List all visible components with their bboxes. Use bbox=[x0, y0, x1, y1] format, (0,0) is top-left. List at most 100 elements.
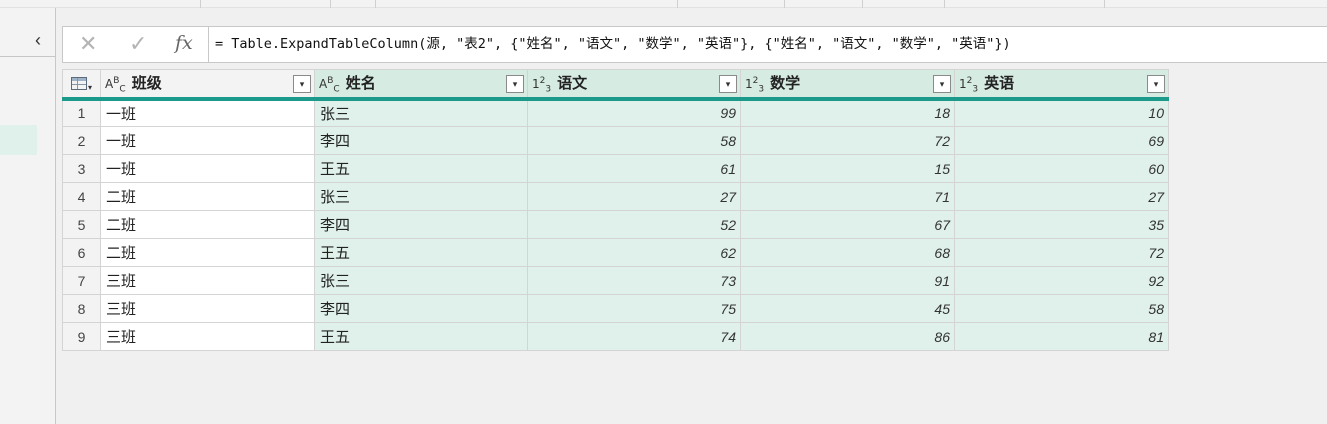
column-header-english[interactable]: 123 英语 ▾ bbox=[954, 69, 1169, 101]
row-number[interactable]: 5 bbox=[62, 210, 101, 239]
check-icon[interactable]: ✓ bbox=[129, 31, 147, 57]
row-number[interactable]: 8 bbox=[62, 294, 101, 323]
table-menu-button[interactable]: ▾ bbox=[62, 69, 101, 101]
table-cell[interactable]: 81 bbox=[954, 322, 1169, 351]
collapse-pane-icon[interactable]: ‹ bbox=[28, 28, 48, 52]
table-cell[interactable]: 李四 bbox=[314, 294, 528, 323]
table-cell[interactable]: 74 bbox=[527, 322, 741, 351]
table-cell[interactable]: 58 bbox=[954, 294, 1169, 323]
table-cell[interactable]: 张三 bbox=[314, 98, 528, 127]
number-type-icon[interactable]: 123 bbox=[532, 76, 551, 94]
table-cell[interactable]: 92 bbox=[954, 266, 1169, 295]
ribbon-divider bbox=[944, 0, 945, 8]
row-number[interactable]: 3 bbox=[62, 154, 101, 183]
table-row: 9 三班 王五 74 86 81 bbox=[62, 322, 1169, 351]
selected-query-item[interactable] bbox=[0, 125, 37, 155]
table-cell[interactable]: 李四 bbox=[314, 210, 528, 239]
column-header-label: 数学 bbox=[770, 75, 801, 93]
table-cell[interactable]: 69 bbox=[954, 126, 1169, 155]
table-cell[interactable]: 60 bbox=[954, 154, 1169, 183]
table-cell[interactable]: 张三 bbox=[314, 182, 528, 211]
table-cell[interactable]: 27 bbox=[527, 182, 741, 211]
table-cell[interactable]: 王五 bbox=[314, 322, 528, 351]
text-type-icon[interactable]: ABC bbox=[319, 76, 340, 94]
table-cell[interactable]: 72 bbox=[954, 238, 1169, 267]
table-cell[interactable]: 10 bbox=[954, 98, 1169, 127]
table-cell[interactable]: 61 bbox=[527, 154, 741, 183]
table-cell[interactable]: 58 bbox=[527, 126, 741, 155]
table-cell[interactable]: 99 bbox=[527, 98, 741, 127]
table-cell[interactable]: 二班 bbox=[100, 238, 315, 267]
row-number[interactable]: 9 bbox=[62, 322, 101, 351]
table-cell[interactable]: 52 bbox=[527, 210, 741, 239]
table-cell[interactable]: 67 bbox=[740, 210, 955, 239]
fx-icon[interactable]: fx bbox=[175, 32, 193, 54]
table-row: 7 三班 张三 73 91 92 bbox=[62, 266, 1169, 295]
chevron-down-icon: ▾ bbox=[87, 82, 92, 92]
formula-bar: ✕ ✓ fx = Table.ExpandTableColumn(源, "表2"… bbox=[62, 26, 1327, 63]
table-cell[interactable]: 75 bbox=[527, 294, 741, 323]
header-row: ▾ ABC 班级 ▾ ABC 姓名 ▾ 123 语文 ▾ 123 数学 ▾ 123 英语 … bbox=[62, 69, 1169, 101]
table-cell[interactable]: 72 bbox=[740, 126, 955, 155]
table-cell[interactable]: 91 bbox=[740, 266, 955, 295]
table-cell[interactable]: 王五 bbox=[314, 238, 528, 267]
column-header-label: 姓名 bbox=[345, 75, 376, 93]
row-number[interactable]: 7 bbox=[62, 266, 101, 295]
column-header-label: 语文 bbox=[557, 75, 588, 93]
table-row: 6 二班 王五 62 68 72 bbox=[62, 238, 1169, 267]
pane-divider bbox=[0, 56, 55, 57]
table-cell[interactable]: 86 bbox=[740, 322, 955, 351]
table-cell[interactable]: 李四 bbox=[314, 126, 528, 155]
table-cell[interactable]: 二班 bbox=[100, 210, 315, 239]
table-cell[interactable]: 三班 bbox=[100, 266, 315, 295]
table-cell[interactable]: 71 bbox=[740, 182, 955, 211]
ribbon-divider bbox=[200, 0, 201, 8]
row-number[interactable]: 2 bbox=[62, 126, 101, 155]
column-filter-dropdown[interactable]: ▾ bbox=[933, 75, 951, 93]
column-header-class[interactable]: ABC 班级 ▾ bbox=[100, 69, 315, 101]
formula-input[interactable]: = Table.ExpandTableColumn(源, "表2", {"姓名"… bbox=[215, 27, 1011, 62]
table-cell[interactable]: 45 bbox=[740, 294, 955, 323]
column-header-chinese[interactable]: 123 语文 ▾ bbox=[527, 69, 741, 101]
row-number[interactable]: 1 bbox=[62, 98, 101, 127]
column-filter-dropdown[interactable]: ▾ bbox=[293, 75, 311, 93]
table-cell[interactable]: 王五 bbox=[314, 154, 528, 183]
ribbon-divider bbox=[677, 0, 678, 8]
table-cell[interactable]: 62 bbox=[527, 238, 741, 267]
table-row: 4 二班 张三 27 71 27 bbox=[62, 182, 1169, 211]
table-cell[interactable]: 18 bbox=[740, 98, 955, 127]
number-type-icon[interactable]: 123 bbox=[745, 76, 764, 94]
table-cell[interactable]: 张三 bbox=[314, 266, 528, 295]
table-cell[interactable]: 35 bbox=[954, 210, 1169, 239]
table-row: 2 一班 李四 58 72 69 bbox=[62, 126, 1169, 155]
ribbon-divider bbox=[784, 0, 785, 8]
column-header-label: 班级 bbox=[131, 75, 162, 93]
number-type-icon[interactable]: 123 bbox=[959, 76, 978, 94]
table-cell[interactable]: 一班 bbox=[100, 126, 315, 155]
table-cell[interactable]: 一班 bbox=[100, 154, 315, 183]
table-cell[interactable]: 二班 bbox=[100, 182, 315, 211]
column-header-name[interactable]: ABC 姓名 ▾ bbox=[314, 69, 528, 101]
table-cell[interactable]: 68 bbox=[740, 238, 955, 267]
table-icon bbox=[70, 76, 87, 90]
column-header-label: 英语 bbox=[984, 75, 1015, 93]
row-number[interactable]: 6 bbox=[62, 238, 101, 267]
table-row: 8 三班 李四 75 45 58 bbox=[62, 294, 1169, 323]
table-cell[interactable]: 一班 bbox=[100, 98, 315, 127]
column-header-math[interactable]: 123 数学 ▾ bbox=[740, 69, 955, 101]
column-filter-dropdown[interactable]: ▾ bbox=[719, 75, 737, 93]
data-grid: ▾ ABC 班级 ▾ ABC 姓名 ▾ 123 语文 ▾ 123 数学 ▾ 123 英语 … bbox=[62, 69, 1169, 351]
table-cell[interactable]: 15 bbox=[740, 154, 955, 183]
ribbon-divider bbox=[330, 0, 331, 8]
row-number[interactable]: 4 bbox=[62, 182, 101, 211]
table-cell[interactable]: 73 bbox=[527, 266, 741, 295]
table-row: 3 一班 王五 61 15 60 bbox=[62, 154, 1169, 183]
table-row: 1 一班 张三 99 18 10 bbox=[62, 98, 1169, 127]
column-filter-dropdown[interactable]: ▾ bbox=[506, 75, 524, 93]
table-cell[interactable]: 三班 bbox=[100, 322, 315, 351]
table-cell[interactable]: 27 bbox=[954, 182, 1169, 211]
text-type-icon[interactable]: ABC bbox=[105, 76, 126, 94]
close-icon[interactable]: ✕ bbox=[79, 31, 97, 57]
column-filter-dropdown[interactable]: ▾ bbox=[1147, 75, 1165, 93]
table-cell[interactable]: 三班 bbox=[100, 294, 315, 323]
